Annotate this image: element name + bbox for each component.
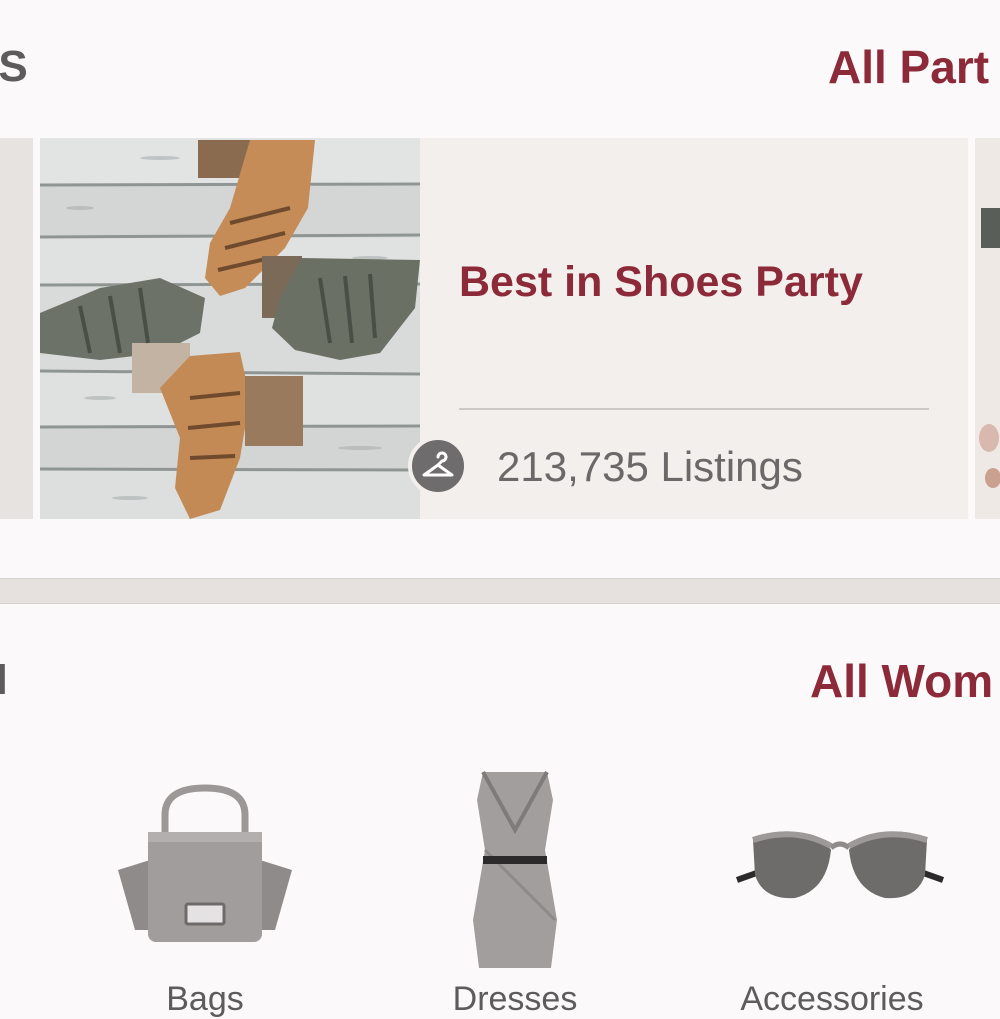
listings-count: 213,735 Listings xyxy=(497,443,803,490)
party-title[interactable]: Best in Shoes Party xyxy=(459,258,863,307)
all-women-link[interactable]: All Wom xyxy=(810,654,993,708)
all-parties-link[interactable]: All Part xyxy=(828,40,989,94)
parties-section-title: ES xyxy=(0,42,29,91)
category-dresses[interactable]: Dresses xyxy=(440,765,590,1018)
category-bags[interactable]: Bags xyxy=(110,770,300,1018)
section-divider xyxy=(0,578,1000,604)
card-divider xyxy=(459,408,929,410)
shoes-photo xyxy=(40,138,420,519)
category-accessories[interactable]: Accessories xyxy=(725,800,955,1018)
hanger-icon xyxy=(408,436,468,496)
previous-party-card[interactable] xyxy=(0,138,33,519)
next-party-card[interactable] xyxy=(975,138,1000,519)
sunglasses-icon xyxy=(735,831,945,899)
party-card[interactable]: Best in Shoes Party 213,735 Listings xyxy=(40,138,968,519)
shop-section-title: N xyxy=(0,655,9,705)
bag-icon xyxy=(118,784,292,942)
dress-icon xyxy=(473,771,557,968)
